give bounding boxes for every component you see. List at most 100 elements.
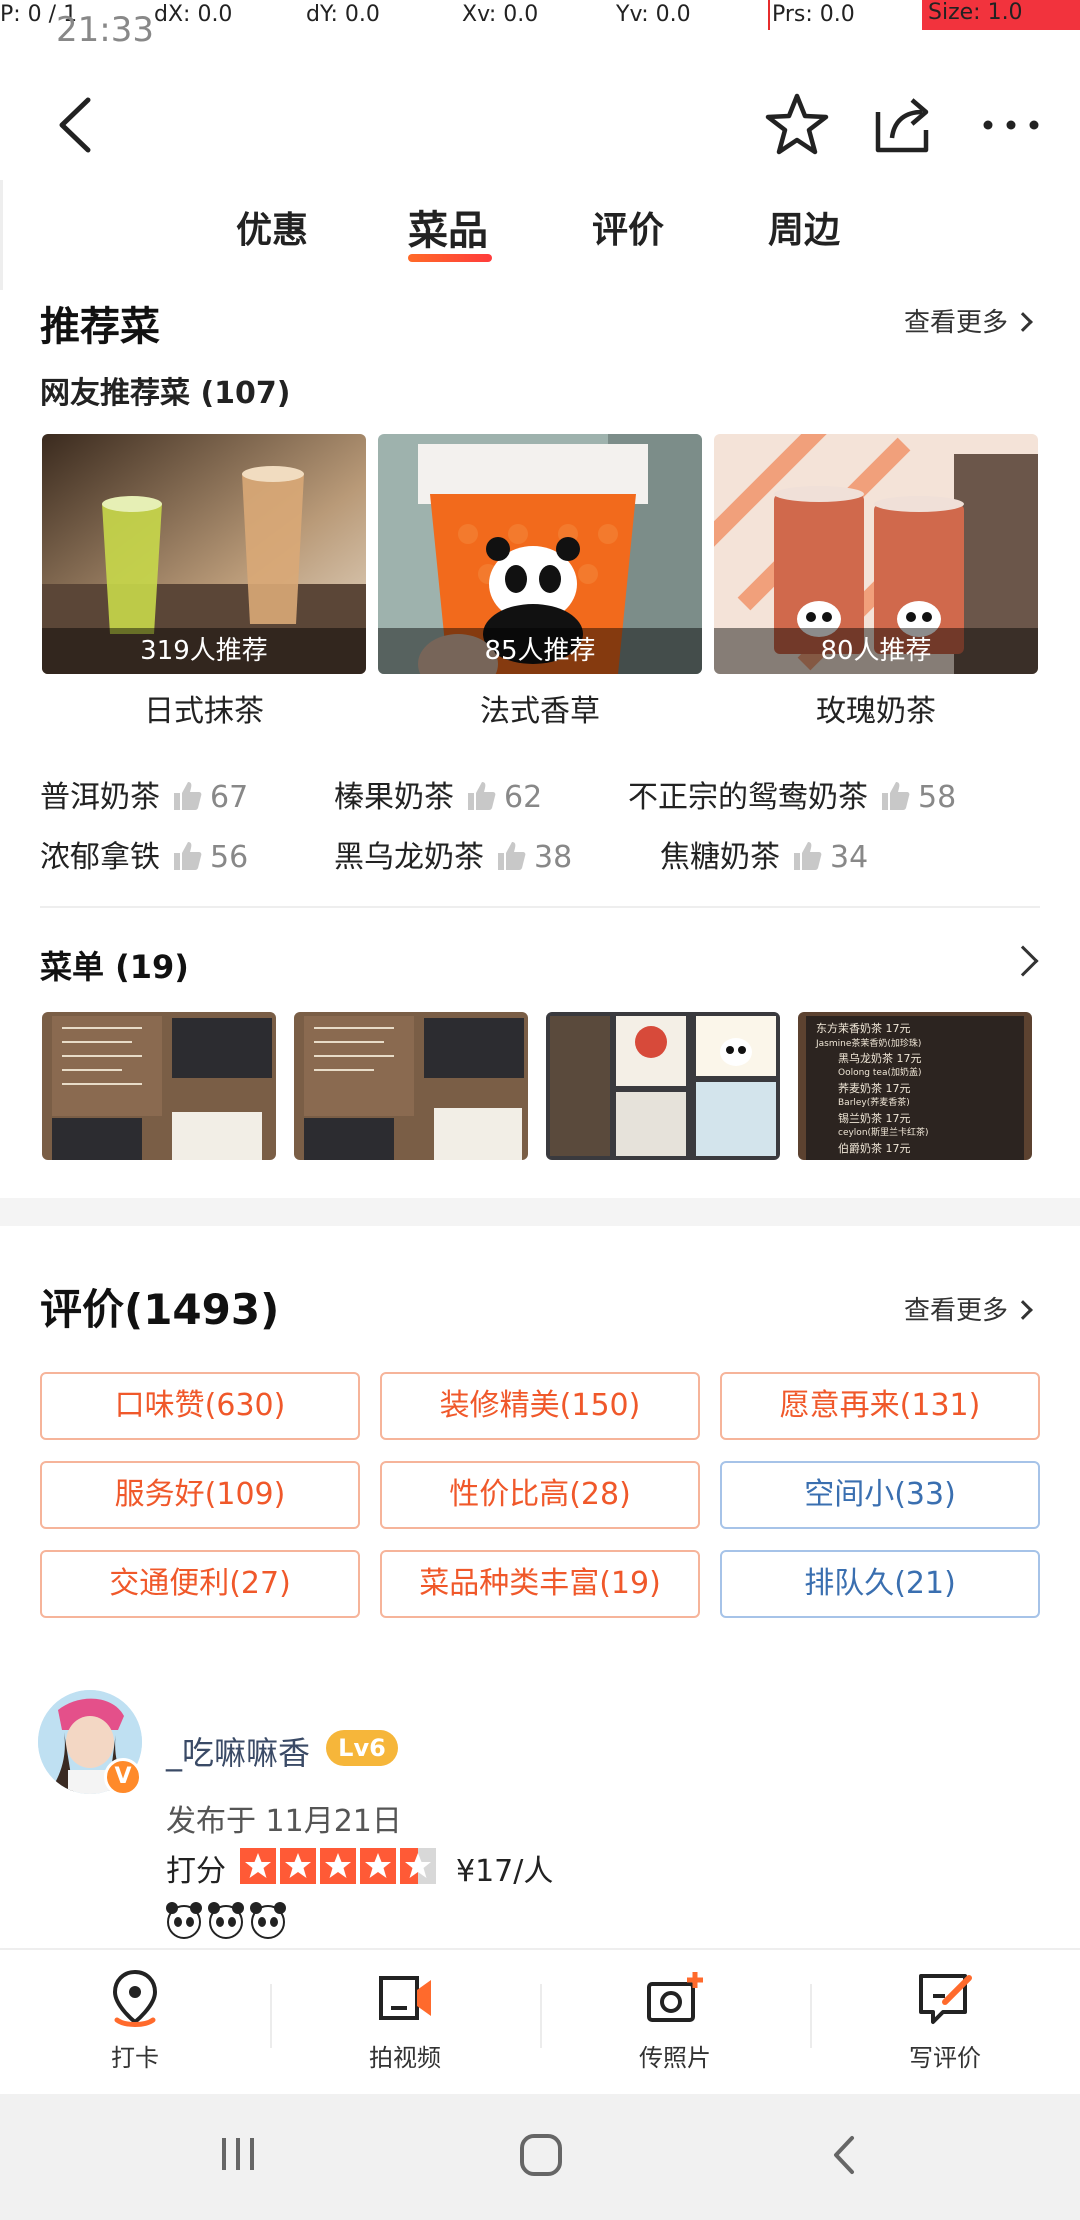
camera-plus-icon [647, 1972, 703, 2022]
thumbs-up-icon [498, 842, 526, 870]
menu-photo-4[interactable]: 东方茉香奶茶 17元 Jasmine茶茉香奶(加珍珠) 黑乌龙奶茶 17元 Oo… [798, 1012, 1032, 1160]
menu-board-image [294, 1012, 528, 1160]
review-username[interactable]: _吃嘛嘛香 [166, 1728, 310, 1774]
review-tag[interactable]: 装修精美(150) [380, 1372, 700, 1440]
review-date: 发布于 11月21日 [166, 1804, 402, 1839]
recommend-see-more[interactable]: 查看更多 [904, 302, 1033, 339]
thumbs-up-icon [882, 782, 910, 810]
debug-marker [768, 0, 770, 30]
menu-line: 荞麦奶茶 17元 [838, 1081, 911, 1095]
dish-list-item[interactable]: 榛果奶茶 62 [334, 772, 542, 816]
menu-line: Barley(荞麦香茶) [838, 1096, 910, 1108]
thumbs-up-icon [174, 782, 202, 810]
score-label: 打分 [166, 1854, 226, 1889]
menu-photo-2[interactable] [294, 1012, 528, 1160]
recommend-subtitle: 网友推荐菜 (107) [40, 376, 291, 411]
chevron-right-icon[interactable] [1007, 945, 1039, 977]
menu-photo-3[interactable] [546, 1012, 780, 1160]
recent-apps-icon[interactable] [216, 2132, 260, 2176]
star-icon [280, 1848, 316, 1884]
panda-emoji-icons [166, 1902, 286, 1939]
review-tag-negative[interactable]: 空间小(33) [720, 1461, 1040, 1529]
share-icon[interactable] [868, 90, 938, 160]
section-divider [40, 906, 1040, 908]
upload-photo-button[interactable]: 传照片 [540, 1950, 810, 2096]
review-tag-negative[interactable]: 排队久(21) [720, 1550, 1040, 1618]
dish-list-item[interactable]: 黑乌龙奶茶 38 [334, 832, 572, 876]
menu-line: 锡兰奶茶 17元 [838, 1111, 911, 1125]
dish-list-name: 不正宗的鸳鸯奶茶 [628, 780, 868, 815]
dish-recommend-count: 85人推荐 [378, 628, 702, 674]
see-more-label: 查看更多 [904, 1296, 1009, 1326]
dish-list-item[interactable]: 浓郁拿铁 56 [40, 832, 248, 876]
dish-list-count: 67 [210, 780, 249, 815]
reviews-see-more[interactable]: 查看更多 [904, 1290, 1033, 1327]
action-bar: 打卡 拍视频 传照片 写评价 [0, 1948, 1080, 2094]
more-icon[interactable] [976, 90, 1046, 160]
review-tag[interactable]: 口味赞(630) [40, 1372, 360, 1440]
dish-list-count: 38 [534, 840, 573, 875]
dish-list-name: 焦糖奶茶 [660, 840, 780, 875]
menu-line: 黑乌龙奶茶 17元 [838, 1051, 922, 1065]
reviews-title: 评价(1493) [40, 1285, 280, 1334]
verified-badge: V [104, 1758, 142, 1796]
dish-list-name: 黑乌龙奶茶 [334, 840, 484, 875]
back-nav-icon[interactable] [824, 2132, 864, 2178]
tab-discounts[interactable]: 优惠 [236, 200, 308, 270]
thumbs-up-icon [174, 842, 202, 870]
debug-dy: dY: 0.0 [306, 2, 380, 27]
tab-nearby[interactable]: 周边 [768, 200, 840, 270]
record-video-label: 拍视频 [369, 2044, 441, 2072]
menu-photo-1[interactable] [42, 1012, 276, 1160]
recommend-title: 推荐菜 [40, 304, 160, 350]
debug-xv: Xv: 0.0 [462, 2, 539, 27]
dish-card-3[interactable]: 80人推荐 [714, 434, 1038, 674]
level-badge: Lv6 [326, 1730, 398, 1766]
location-pin-icon [112, 1969, 158, 2027]
menu-line: ceylon(斯里兰卡红茶) [838, 1126, 929, 1138]
edit-review-icon [919, 1974, 972, 2024]
star-icon [240, 1848, 276, 1884]
review-tag[interactable]: 愿意再来(131) [720, 1372, 1040, 1440]
record-video-button[interactable]: 拍视频 [270, 1950, 540, 2096]
dish-list-item[interactable]: 普洱奶茶 67 [40, 772, 248, 816]
section-gap [0, 1198, 1080, 1226]
review-tag[interactable]: 性价比高(28) [380, 1461, 700, 1529]
back-icon[interactable] [48, 90, 108, 160]
rating-stars [240, 1848, 436, 1884]
price-per-person: ¥17/人 [456, 1854, 554, 1889]
dish-list-name: 浓郁拿铁 [40, 840, 160, 875]
review-tag[interactable]: 服务好(109) [40, 1461, 360, 1529]
review-tag[interactable]: 菜品种类丰富(19) [380, 1550, 700, 1618]
star-icon [360, 1848, 396, 1884]
dish-list-name: 榛果奶茶 [334, 780, 454, 815]
system-nav-bar [0, 2094, 1080, 2220]
write-review-label: 写评价 [909, 2044, 981, 2072]
menu-line: Oolong tea(加奶盖) [838, 1066, 921, 1078]
tab-reviews[interactable]: 评价 [592, 200, 664, 270]
dish-list-name: 普洱奶茶 [40, 780, 160, 815]
dish-card-1[interactable]: 319人推荐 [42, 434, 366, 674]
top-nav [0, 70, 1080, 180]
panda-icon [250, 1902, 286, 1939]
write-review-button[interactable]: 写评价 [810, 1950, 1080, 2096]
menu-chalkboard-image: 东方茉香奶茶 17元 Jasmine茶茉香奶(加珍珠) 黑乌龙奶茶 17元 Oo… [798, 1012, 1032, 1160]
review-tag[interactable]: 交通便利(27) [40, 1550, 360, 1618]
video-icon [379, 1976, 431, 2020]
dish-list-item[interactable]: 不正宗的鸳鸯奶茶 58 [628, 772, 956, 816]
dish-list-item[interactable]: 焦糖奶茶 34 [660, 832, 868, 876]
favorite-star-icon[interactable] [762, 90, 832, 160]
thumbs-up-icon [468, 782, 496, 810]
dish-card-2[interactable]: 85人推荐 [378, 434, 702, 674]
debug-size: Size: 1.0 [922, 0, 1080, 30]
status-bar: P: 0 / 1 dX: 0.0 dY: 0.0 Xv: 0.0 Yv: 0.0… [0, 0, 1080, 50]
dish-name: 日式抹茶 [144, 694, 264, 729]
dish-list-count: 58 [918, 780, 957, 815]
chevron-right-icon [1013, 1300, 1033, 1320]
checkin-button[interactable]: 打卡 [0, 1950, 270, 2096]
menu-line: Jasmine茶茉香奶(加珍珠) [815, 1037, 921, 1049]
dish-list-count: 62 [504, 780, 543, 815]
star-icon [320, 1848, 356, 1884]
dish-name: 法式香草 [480, 694, 600, 729]
home-icon[interactable] [518, 2132, 564, 2178]
